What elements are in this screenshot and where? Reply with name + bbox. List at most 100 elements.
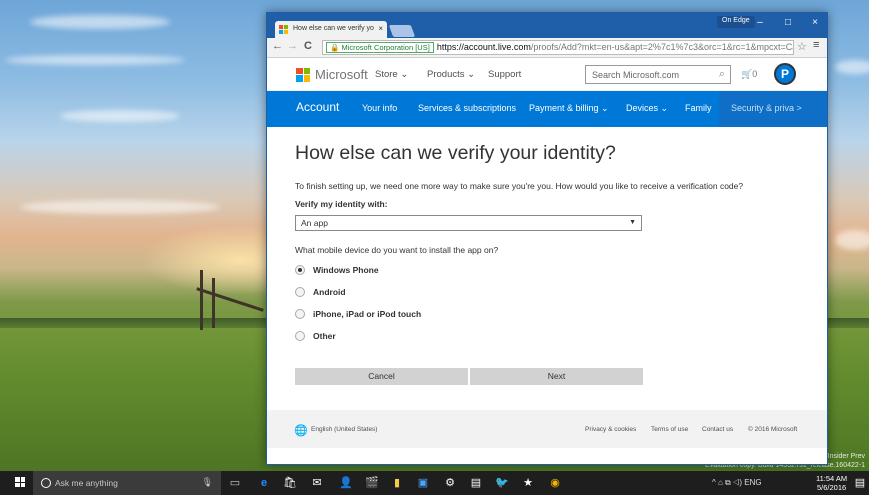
cortana-icon — [41, 478, 51, 488]
action-center-icon[interactable]: ▤ — [853, 476, 867, 490]
privacy-link[interactable]: Privacy & cookies — [585, 426, 636, 433]
site-search-input[interactable]: Search Microsoft.com ⌕ — [585, 65, 731, 84]
cloud — [5, 55, 185, 65]
radio-label: iPhone, iPad or iPod touch — [313, 309, 422, 319]
microsoft-logo-icon — [296, 67, 310, 82]
photos-icon[interactable]: ▤ — [469, 476, 483, 490]
radio-label: Other — [313, 331, 336, 341]
taskbar: Ask me anything 🎙 ▭ e 🛍 ✉ 👤 🎬 ▮ ▣ ⚙ ▤ 🐦 … — [0, 471, 869, 495]
cortana-search-box[interactable]: Ask me anything 🎙 — [33, 471, 221, 495]
browser-tab[interactable]: How else can we verify yo × — [275, 21, 387, 38]
reload-button[interactable]: C — [304, 40, 312, 52]
device-question: What mobile device do you want to instal… — [295, 245, 499, 255]
browser-menu-icon[interactable]: ≡ — [813, 39, 819, 51]
office-icon[interactable]: ▮ — [390, 476, 404, 490]
news-icon[interactable]: ▣ — [416, 476, 430, 490]
movies-icon[interactable]: 🎬 — [365, 476, 379, 490]
intro-text: To finish setting up, we need one more w… — [295, 181, 744, 191]
forward-button[interactable]: → — [287, 40, 298, 52]
browser-window: How else can we verify yo × On Edge – □ … — [266, 12, 828, 465]
radio-button[interactable] — [295, 309, 305, 319]
nav-family[interactable]: Family — [685, 103, 712, 113]
cloud — [835, 230, 869, 250]
system-tray[interactable]: ^ ⌂ ⧉ ◁) ENG — [712, 478, 762, 488]
clock[interactable]: 11:54 AM 5/6/2016 — [816, 474, 847, 492]
tab-title: How else can we verify yo — [293, 25, 374, 32]
nav-store[interactable]: Store ⌄ — [375, 69, 408, 80]
radio-option-iphone[interactable]: iPhone, iPad or iPod touch — [295, 303, 827, 325]
verify-method-select[interactable]: An app ▼ — [295, 215, 642, 231]
settings-icon[interactable]: ⚙ — [443, 476, 457, 490]
clock-time: 11:54 AM — [816, 474, 848, 483]
radio-option-android[interactable]: Android — [295, 281, 827, 303]
microsoft-logo[interactable]: Microsoft — [296, 67, 368, 82]
radio-button[interactable] — [295, 265, 305, 275]
verify-method-label: Verify my identity with: — [295, 199, 388, 209]
nav-payment-billing[interactable]: Payment & billing ⌄ — [529, 103, 609, 114]
contact-link[interactable]: Contact us — [702, 426, 733, 433]
device-radio-group: Windows Phone Android iPhone, iPad or iP… — [295, 259, 827, 347]
globe-icon: 🌐 — [294, 425, 308, 437]
account-nav-bar: Account Your info Services & subscriptio… — [267, 91, 827, 127]
language-selector[interactable]: English (United States) — [311, 426, 377, 433]
people-icon[interactable]: 👤 — [339, 476, 353, 490]
back-button[interactable]: ← — [272, 40, 283, 52]
radio-button[interactable] — [295, 287, 305, 297]
cortana-placeholder: Ask me anything — [55, 478, 118, 488]
radio-label: Android — [313, 287, 346, 297]
wunderlist-icon[interactable]: ★ — [521, 476, 535, 490]
url-path: /proofs/Add?mkt=en-us&apt=2%7c1%7c3&orc=… — [530, 42, 794, 52]
main-content: How else can we verify your identity? To… — [267, 128, 827, 410]
copyright-text: © 2016 Microsoft — [748, 426, 798, 433]
cloud — [60, 110, 180, 122]
minimize-button[interactable]: – — [748, 17, 772, 28]
bookmark-star-icon[interactable]: ☆ — [797, 40, 807, 53]
microsoft-favicon-icon — [279, 25, 288, 34]
dropdown-arrow-icon: ▼ — [629, 219, 636, 226]
nav-products[interactable]: Products ⌄ — [427, 69, 475, 80]
avatar[interactable]: P — [774, 63, 796, 85]
start-button[interactable] — [15, 477, 25, 487]
address-bar[interactable]: 🔒 Microsoft Corporation [US] https://acco… — [322, 40, 794, 55]
nav-your-info[interactable]: Your info — [362, 103, 397, 113]
url-host: https://account.live.com — [436, 42, 531, 52]
maximize-button[interactable]: □ — [776, 17, 800, 28]
microsoft-header: Microsoft Store ⌄ Products ⌄ Support Sea… — [267, 58, 827, 91]
cart-icon[interactable]: 🛒0 — [741, 69, 757, 80]
fence-post — [212, 278, 215, 328]
radio-option-other[interactable]: Other — [295, 325, 827, 347]
next-button[interactable]: Next — [470, 368, 643, 385]
new-tab-button[interactable] — [388, 25, 416, 37]
twitter-icon[interactable]: 🐦 — [495, 476, 509, 490]
cancel-button[interactable]: Cancel — [295, 368, 468, 385]
account-home-link[interactable]: Account — [296, 100, 339, 114]
cloud — [20, 200, 220, 214]
microsoft-wordmark: Microsoft — [315, 67, 368, 82]
radio-label: Windows Phone — [313, 265, 379, 275]
ev-certificate-badge[interactable]: 🔒 Microsoft Corporation [US] — [326, 42, 434, 53]
search-icon[interactable]: ⌕ — [719, 68, 725, 81]
verify-method-value: An app — [301, 218, 328, 228]
edge-icon[interactable]: e — [257, 476, 271, 490]
browser-toolbar: ← → C 🔒 Microsoft Corporation [US] https:… — [267, 38, 827, 58]
close-button[interactable]: × — [803, 17, 827, 28]
chrome-icon[interactable]: ◉ — [548, 476, 562, 490]
nav-devices[interactable]: Devices ⌄ — [626, 103, 668, 114]
cloud — [30, 15, 170, 29]
fence-post — [200, 270, 203, 330]
microphone-icon[interactable]: 🎙 — [202, 477, 213, 488]
radio-option-windows-phone[interactable]: Windows Phone — [295, 259, 827, 281]
terms-link[interactable]: Terms of use — [651, 426, 688, 433]
nav-services-subscriptions[interactable]: Services & subscriptions — [418, 103, 516, 113]
nav-security-privacy[interactable]: Security & priva > — [719, 91, 827, 127]
cloud — [835, 60, 869, 74]
search-placeholder: Search Microsoft.com — [592, 70, 680, 80]
nav-support[interactable]: Support — [488, 69, 521, 80]
mail-icon[interactable]: ✉ — [310, 476, 324, 490]
store-icon[interactable]: 🛍 — [283, 476, 297, 490]
clock-date: 5/6/2016 — [816, 483, 847, 492]
radio-button[interactable] — [295, 331, 305, 341]
form-buttons: Cancel Next — [295, 368, 643, 385]
tab-close-icon[interactable]: × — [378, 24, 383, 33]
task-view-icon[interactable]: ▭ — [228, 476, 242, 490]
